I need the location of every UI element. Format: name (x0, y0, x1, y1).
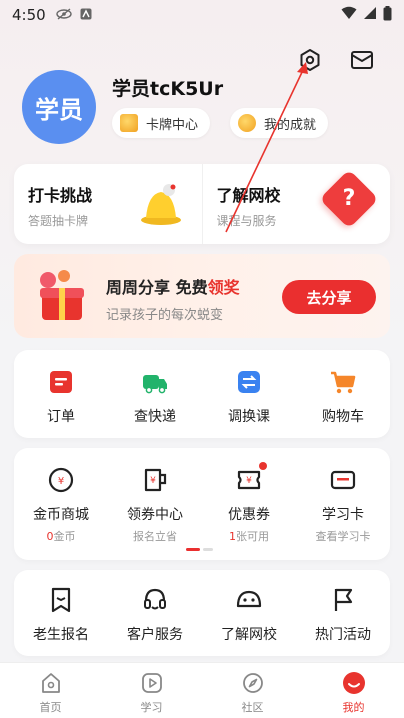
status-bar: 4:50 (0, 0, 404, 30)
coupon-center-label: 领券中心 (127, 507, 183, 523)
learn-school-item[interactable]: 了解网校 (202, 586, 296, 644)
promo-title-highlight: 领奖 (207, 278, 240, 297)
study-card-sub: 查看学习卡 (315, 530, 371, 543)
tab-home[interactable]: 首页 (0, 663, 101, 718)
coupon-item[interactable]: ¥ 优惠券 1张可用 (202, 462, 296, 544)
avatar[interactable]: 学员 (22, 70, 96, 144)
customer-service-item[interactable]: 客户服务 (108, 586, 202, 644)
play-icon (141, 673, 162, 693)
swap-label: 调换课 (228, 409, 270, 425)
customer-service-label: 客户服务 (127, 627, 183, 643)
quick-cards: 打卡挑战 答题抽卡牌 了解网校 课程与服务 ? (14, 164, 390, 244)
bookmark-icon (51, 587, 71, 613)
chip-label: 卡牌中心 (146, 117, 199, 133)
status-time: 4:50 (12, 6, 46, 24)
swap-icon (238, 371, 260, 393)
orders-card: 订单 查快递 调换课 购物车 (14, 350, 390, 438)
returning-signup-label: 老生报名 (33, 627, 89, 643)
coupon-sub: 1张可用 (229, 530, 269, 543)
tab-label: 我的 (342, 701, 365, 714)
coin-icon: ¥ (48, 467, 74, 493)
study-card-icon (330, 470, 356, 490)
message-mail-icon[interactable] (348, 46, 376, 74)
tab-label: 学习 (140, 701, 163, 714)
truck-icon (143, 375, 167, 394)
learn-school-label: 了解网校 (221, 627, 277, 643)
chip-label: 我的成就 (264, 117, 317, 133)
coupon-center-sub: 报名立省 (133, 530, 177, 543)
question-diamond-icon: ? (319, 169, 379, 229)
svg-text:¥: ¥ (150, 476, 156, 486)
services-card: 老生报名 客户服务 了解网校 热门活动 (14, 570, 390, 656)
me-icon (342, 672, 365, 694)
home-icon (41, 673, 60, 693)
tab-study[interactable]: 学习 (101, 663, 202, 718)
wallet-card: ¥ 金币商城 0金币 ¥ 领券中心 报名立省 ¥ 优惠券 1张可用 学习卡 查看… (14, 448, 390, 560)
promo-title: 周周分享 免费领奖 (106, 274, 240, 298)
coin-mall-sub: 0金币 (46, 530, 76, 543)
wifi-icon (341, 6, 357, 24)
study-card-item[interactable]: 学习卡 查看学习卡 (296, 466, 390, 544)
headset-icon (144, 588, 166, 610)
ticket-icon: ¥ (237, 470, 261, 490)
medal-icon (238, 114, 256, 132)
cart-icon (331, 371, 356, 394)
bell-icon (140, 184, 181, 225)
tab-label: 首页 (39, 701, 62, 714)
achievement-chip[interactable]: 我的成就 (230, 108, 329, 138)
promo-title-prefix: 周周分享 免费 (106, 278, 208, 297)
app-notification-icon (80, 8, 92, 23)
share-promo-banner[interactable]: 周周分享 免费领奖 记录孩子的每次蜕变 去分享 (14, 254, 390, 338)
share-button[interactable]: 去分享 (282, 280, 376, 314)
eye-slash-icon (55, 7, 72, 23)
flag-icon (334, 588, 353, 611)
tab-label: 社区 (241, 701, 264, 714)
order-icon (50, 371, 72, 393)
page-dot (203, 548, 213, 551)
promo-subtitle: 记录孩子的每次蜕变 (106, 308, 224, 323)
battery-icon (383, 5, 392, 25)
signal-icon (363, 6, 377, 24)
express-label: 查快递 (134, 409, 176, 425)
checkin-challenge-card[interactable]: 打卡挑战 答题抽卡牌 (14, 164, 202, 244)
returning-signup-item[interactable]: 老生报名 (14, 586, 108, 644)
compass-icon (242, 673, 263, 693)
tab-community[interactable]: 社区 (202, 663, 303, 718)
coupon-label: 优惠券 (228, 507, 270, 523)
cart-item[interactable]: 购物车 (296, 368, 390, 426)
coupon-center-item[interactable]: ¥ 领券中心 报名立省 (108, 466, 202, 544)
hot-activity-label: 热门活动 (315, 627, 371, 643)
coin-mall-label: 金币商城 (33, 507, 89, 523)
username[interactable]: 学员tcK5Ur (112, 74, 223, 101)
red-dot-badge (259, 462, 267, 470)
orders-item[interactable]: 订单 (14, 368, 108, 426)
swap-class-item[interactable]: 调换课 (202, 368, 296, 426)
page-dot-active (186, 548, 200, 551)
cart-label: 购物车 (322, 409, 364, 425)
settings-hexagon-icon[interactable] (296, 46, 324, 74)
gift-icon (40, 270, 84, 320)
svg-text:¥: ¥ (58, 476, 64, 487)
bottom-tab-bar: 首页 学习 社区 我的 (0, 662, 404, 718)
orders-label: 订单 (47, 409, 75, 425)
hot-activity-item[interactable]: 热门活动 (296, 586, 390, 644)
card-icon (120, 114, 138, 132)
study-card-label: 学习卡 (322, 507, 364, 523)
face-icon (236, 590, 262, 608)
learn-school-card[interactable]: 了解网校 课程与服务 ? (201, 164, 391, 244)
svg-text:¥: ¥ (246, 476, 252, 486)
express-item[interactable]: 查快递 (108, 368, 202, 426)
coupon-cup-icon: ¥ (144, 468, 167, 492)
coin-mall-item[interactable]: ¥ 金币商城 0金币 (14, 466, 108, 544)
card-center-chip[interactable]: 卡牌中心 (112, 108, 211, 138)
tab-me[interactable]: 我的 (303, 663, 404, 718)
page-indicator (186, 548, 220, 552)
ticket-icon-wrap: ¥ (235, 462, 267, 494)
